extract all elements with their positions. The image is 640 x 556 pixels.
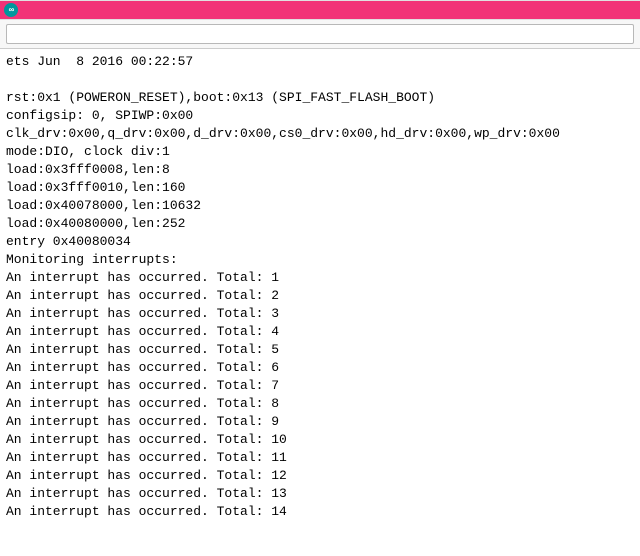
output-line: entry 0x40080034 [6, 233, 634, 251]
arduino-icon-glyph: ∞ [9, 1, 14, 19]
output-line: An interrupt has occurred. Total: 12 [6, 467, 634, 485]
serial-input-row [0, 20, 640, 49]
output-line: An interrupt has occurred. Total: 2 [6, 287, 634, 305]
output-line: load:0x40078000,len:10632 [6, 197, 634, 215]
output-line: An interrupt has occurred. Total: 10 [6, 431, 634, 449]
output-line: load:0x3fff0008,len:8 [6, 161, 634, 179]
output-line: load:0x3fff0010,len:160 [6, 179, 634, 197]
output-line: An interrupt has occurred. Total: 14 [6, 503, 634, 521]
output-line: An interrupt has occurred. Total: 3 [6, 305, 634, 323]
output-line: An interrupt has occurred. Total: 1 [6, 269, 634, 287]
output-line: An interrupt has occurred. Total: 13 [6, 485, 634, 503]
output-line: An interrupt has occurred. Total: 4 [6, 323, 634, 341]
output-line: ets Jun 8 2016 00:22:57 [6, 53, 634, 71]
output-line: An interrupt has occurred. Total: 9 [6, 413, 634, 431]
output-line: load:0x40080000,len:252 [6, 215, 634, 233]
output-line: rst:0x1 (POWERON_RESET),boot:0x13 (SPI_F… [6, 89, 634, 107]
output-line: Monitoring interrupts: [6, 251, 634, 269]
output-line: An interrupt has occurred. Total: 7 [6, 377, 634, 395]
output-line: clk_drv:0x00,q_drv:0x00,d_drv:0x00,cs0_d… [6, 125, 634, 143]
output-line [6, 71, 634, 89]
output-line: mode:DIO, clock div:1 [6, 143, 634, 161]
arduino-icon: ∞ [4, 3, 18, 17]
output-line: configsip: 0, SPIWP:0x00 [6, 107, 634, 125]
output-line: An interrupt has occurred. Total: 5 [6, 341, 634, 359]
output-line: An interrupt has occurred. Total: 6 [6, 359, 634, 377]
output-line: An interrupt has occurred. Total: 8 [6, 395, 634, 413]
titlebar: ∞ [0, 0, 640, 20]
serial-output: ets Jun 8 2016 00:22:57 rst:0x1 (POWERON… [0, 49, 640, 525]
output-line: An interrupt has occurred. Total: 11 [6, 449, 634, 467]
serial-input[interactable] [6, 24, 634, 44]
